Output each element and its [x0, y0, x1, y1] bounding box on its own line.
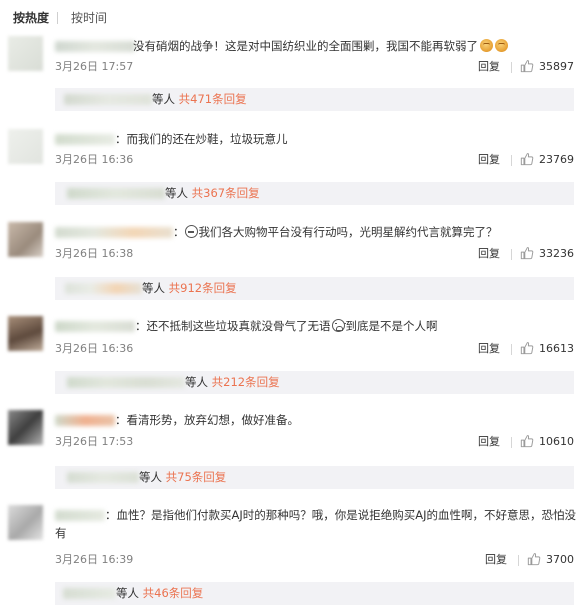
comment-text: ：看清形势，放弃幻想，做好准备。	[115, 413, 299, 427]
comment-text: ：而我们的还在炒鞋，垃圾玩意儿	[115, 132, 288, 146]
like-count: 10610	[539, 435, 574, 448]
sub-reply-box: 等人 共912条回复	[55, 277, 574, 300]
sub-reply-summary: 等人 共471条回复	[152, 92, 247, 106]
comment-item: 没有硝烟的战争！这是对中国纺织业的全面围剿，我国不能再软弱了 3月26日 17:…	[0, 36, 588, 112]
fist-emoji-icon	[480, 39, 493, 52]
like-count: 35897	[539, 60, 574, 73]
like-count: 16613	[539, 342, 574, 355]
avatar[interactable]	[8, 316, 43, 351]
username-blurred[interactable]	[55, 41, 135, 52]
comment-item: ：看清形势，放弃幻想，做好准备。 3月26日 17:53 回复 10610 等人…	[0, 410, 588, 492]
avatar[interactable]	[8, 129, 43, 164]
sad-face-emoji-icon	[331, 319, 346, 332]
sub-reply-summary: 等人 共75条回复	[139, 470, 227, 484]
avatar[interactable]	[8, 505, 43, 540]
comment-time: 3月26日 16:38	[55, 247, 134, 260]
like-icon[interactable]	[520, 341, 534, 355]
tab-divider	[57, 12, 58, 24]
fist-emoji-icon	[495, 39, 508, 52]
divider	[511, 344, 512, 355]
divider	[518, 555, 519, 566]
view-replies-link[interactable]: 共912条回复	[169, 281, 237, 295]
tab-sort-by-time[interactable]: 按时间	[71, 10, 107, 26]
sub-reply-users-blurred	[63, 588, 116, 599]
tab-sort-by-hot[interactable]: 按热度	[13, 10, 49, 26]
comment-time: 3月26日 17:53	[55, 435, 134, 448]
sub-reply-box: 等人 共367条回复	[55, 182, 574, 205]
like-count: 33236	[539, 247, 574, 260]
reply-button[interactable]: 回复	[478, 247, 500, 261]
sub-reply-box: 等人 共471条回复	[55, 88, 574, 111]
like-icon[interactable]	[520, 246, 534, 260]
comment-time: 3月26日 16:39	[55, 553, 134, 566]
reply-button[interactable]: 回复	[485, 553, 507, 567]
sub-reply-summary: 等人 共912条回复	[142, 281, 237, 295]
sub-reply-summary: 等人 共46条回复	[116, 586, 204, 600]
comment-time: 3月26日 16:36	[55, 342, 134, 355]
sub-reply-summary: 等人 共367条回复	[165, 186, 260, 200]
view-replies-link[interactable]: 共212条回复	[212, 375, 280, 389]
username-blurred[interactable]	[55, 134, 115, 145]
like-icon[interactable]	[520, 434, 534, 448]
like-count: 3700	[546, 553, 574, 566]
reply-button[interactable]: 回复	[478, 60, 500, 74]
divider	[511, 62, 512, 73]
username-blurred[interactable]	[55, 321, 135, 332]
comment-text: ：我们各大购物平台没有行动吗，光明星解约代言就算完了？	[173, 225, 498, 239]
view-replies-link[interactable]: 共471条回复	[179, 92, 247, 106]
sub-reply-summary: 等人 共212条回复	[185, 375, 280, 389]
username-blurred[interactable]	[55, 227, 173, 238]
reply-button[interactable]: 回复	[478, 435, 500, 449]
sub-reply-users-blurred	[67, 472, 139, 483]
like-icon[interactable]	[520, 59, 534, 73]
divider	[511, 155, 512, 166]
username-blurred[interactable]	[55, 415, 115, 426]
avatar[interactable]	[8, 410, 43, 445]
sort-tabs: 按热度 按时间	[0, 0, 588, 34]
comment-item: ：我们各大购物平台没有行动吗，光明星解约代言就算完了？ 3月26日 16:38 …	[0, 222, 588, 300]
like-count: 23769	[539, 153, 574, 166]
view-replies-link[interactable]: 共75条回复	[166, 470, 227, 484]
neutral-face-emoji-icon	[184, 225, 198, 238]
sub-reply-box: 等人 共212条回复	[55, 371, 574, 394]
divider	[511, 249, 512, 260]
reply-button[interactable]: 回复	[478, 153, 500, 167]
comment-item: ：血性？是指他们付款买AJ时的那种吗？哦，你是说拒绝购买AJ的血性啊，不好意思，…	[0, 505, 588, 609]
comment-text: ：血性？是指他们付款买AJ时的那种吗？哦，你是说拒绝购买AJ的血性啊，不好意思，…	[55, 508, 577, 540]
comment-text: ：还不抵制这些垃圾真就没骨气了无语 到底是不是个人啊	[135, 319, 438, 333]
comment-time: 3月26日 16:36	[55, 153, 134, 166]
comment-text: 没有硝烟的战争！这是对中国纺织业的全面围剿，我国不能再软弱了	[133, 37, 508, 55]
comment-item: ：还不抵制这些垃圾真就没骨气了无语 到底是不是个人啊 3月26日 16:36 回复…	[0, 316, 588, 396]
view-replies-link[interactable]: 共367条回复	[192, 186, 260, 200]
reply-button[interactable]: 回复	[478, 342, 500, 356]
sub-reply-users-blurred	[64, 94, 152, 105]
sub-reply-users-blurred	[67, 188, 165, 199]
avatar[interactable]	[8, 36, 43, 71]
sub-reply-users-blurred	[65, 283, 142, 294]
comment-time: 3月26日 17:57	[55, 60, 134, 73]
comment-item: ：而我们的还在炒鞋，垃圾玩意儿 3月26日 16:36 回复 23769 等人 …	[0, 129, 588, 206]
like-icon[interactable]	[520, 152, 534, 166]
sub-reply-box: 等人 共46条回复	[55, 582, 574, 605]
sub-reply-users-blurred	[67, 377, 185, 388]
sub-reply-box: 等人 共75条回复	[55, 466, 574, 489]
divider	[511, 437, 512, 448]
like-icon[interactable]	[527, 552, 541, 566]
view-replies-link[interactable]: 共46条回复	[143, 586, 204, 600]
avatar[interactable]	[8, 222, 43, 257]
